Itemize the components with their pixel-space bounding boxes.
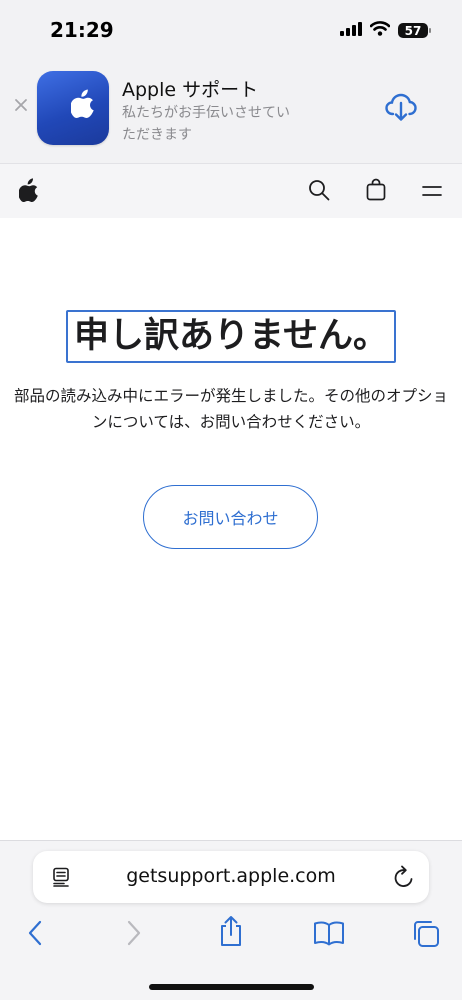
- apple-logo-icon: [71, 89, 94, 118]
- home-indicator: [149, 984, 314, 990]
- menu-icon[interactable]: [422, 183, 442, 202]
- wifi-icon: [369, 21, 391, 40]
- forward-icon[interactable]: [119, 919, 147, 947]
- error-message-line-1: 部品の読み込み中にエラーが発生しました。その他のオプショ: [13, 387, 448, 405]
- app-icon[interactable]: [37, 71, 109, 145]
- error-message-line-2: ンについては、お問い合わせください。: [91, 413, 371, 431]
- bag-icon[interactable]: [366, 178, 386, 205]
- app-banner-title: Apple サポート: [122, 79, 259, 101]
- status-icons: 57: [340, 21, 431, 40]
- reload-icon[interactable]: [393, 865, 415, 893]
- error-content: 申し訳ありません。 部品の読み込み中にエラーが発生しました。その他のオプショ ン…: [0, 218, 462, 840]
- status-time: 21:29: [50, 18, 114, 42]
- back-icon[interactable]: [22, 919, 50, 947]
- status-bar: 21:29 57: [0, 0, 462, 60]
- battery-level: 57: [404, 23, 422, 38]
- apple-logo-icon[interactable]: [18, 178, 39, 206]
- signal-icon: [340, 21, 362, 40]
- share-icon[interactable]: [216, 915, 246, 947]
- battery-icon: 57: [398, 23, 431, 38]
- browser-toolbar: getsupport.apple.com: [0, 840, 462, 1000]
- global-nav: [0, 164, 462, 218]
- app-banner: Apple サポート 私たちがお手伝いさせていただきます: [0, 60, 462, 164]
- url-text: getsupport.apple.com: [126, 865, 336, 887]
- cloud-download-icon[interactable]: [384, 90, 418, 124]
- contact-button[interactable]: お問い合わせ: [143, 485, 318, 549]
- app-banner-subtitle: 私たちがお手伝いさせていただきます: [122, 105, 290, 143]
- close-icon[interactable]: [13, 97, 29, 113]
- headline-wrap: 申し訳ありません。: [0, 310, 462, 363]
- tabs-icon[interactable]: [411, 919, 439, 947]
- error-message: 部品の読み込み中にエラーが発生しました。その他のオプショ ンについては、お問い合…: [0, 383, 462, 435]
- address-bar[interactable]: getsupport.apple.com: [33, 851, 429, 903]
- search-icon[interactable]: [308, 179, 330, 205]
- page-title: 申し訳ありません。: [66, 310, 396, 363]
- bookmarks-icon[interactable]: [313, 919, 345, 947]
